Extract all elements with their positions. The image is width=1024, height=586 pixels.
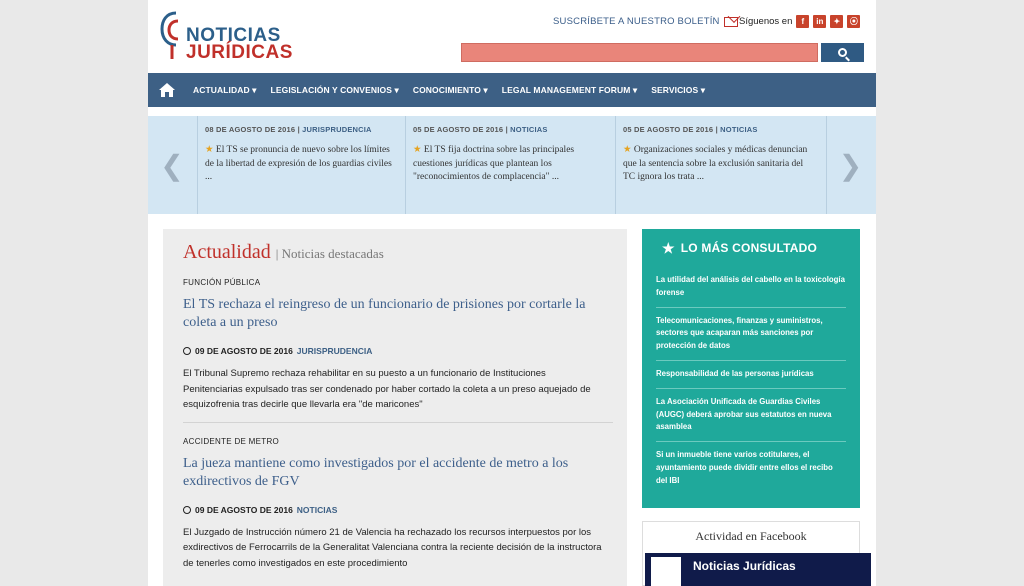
search-input[interactable] [461, 43, 818, 62]
ticker-text: El TS fija doctrina sobre las principale… [413, 145, 575, 182]
most-read-item[interactable]: La utilidad del análisis del cabello en … [656, 267, 846, 308]
article-category: ACCIDENTE DE METRO [183, 436, 280, 446]
ticker-item[interactable]: 05 DE AGOSTO DE 2016 | NOTICIAS ★ El TS … [405, 116, 613, 214]
article-category-link[interactable]: JURISPRUDENCIA [297, 346, 373, 356]
star-icon: ★ [662, 239, 675, 256]
ticker-next-button[interactable]: ❯ [826, 116, 874, 214]
logo-line2: JURÍDICAS [186, 42, 293, 63]
facebook-widget-title: Actividad en Facebook [695, 529, 807, 543]
rss-icon[interactable]: ⦿ [847, 15, 861, 28]
ticker-text-wrap: ★ El TS fija doctrina sobre las principa… [413, 144, 606, 185]
facebook-icon[interactable]: f [796, 15, 810, 28]
site-logo[interactable]: NOTICIAS JURÍDICAS [158, 9, 298, 63]
article-title-link[interactable]: El TS rechaza el reingreso de un funcion… [183, 296, 603, 332]
most-read-header: ★ LO MÁS CONSULTADO [656, 229, 846, 267]
section-title: Actualidad | Noticias destacadas [183, 241, 607, 264]
section-title-text: Actualidad [183, 241, 271, 263]
most-read-title: LO MÁS CONSULTADO [680, 241, 818, 255]
clock-icon [183, 347, 191, 355]
main-nav: ACTUALIDAD ▾ LEGISLACIÓN Y CONVENIOS ▾ C… [148, 73, 876, 107]
nav-item-servicios[interactable]: SERVICIOS ▾ [644, 85, 712, 96]
home-button[interactable] [148, 73, 186, 107]
chevron-left-icon: ❮ [160, 149, 184, 181]
page: NOTICIAS JURÍDICAS SUSCRÍBETE A NUESTRO … [148, 0, 876, 586]
facebook-page-logo [651, 557, 681, 586]
article-title-link[interactable]: La jueza mantiene como investigados por … [183, 455, 603, 491]
article-category-link[interactable]: NOTICIAS [297, 505, 338, 515]
main-news: Actualidad | Noticias destacadas FUNCIÓN… [163, 229, 627, 586]
facebook-widget: Actividad en Facebook Noticias Jurídicas [642, 521, 871, 586]
ticker-date: 05 DE AGOSTO DE 2016 [413, 125, 504, 134]
most-read-item[interactable]: Si un inmueble tiene varios cotitulares,… [656, 442, 846, 494]
ticker-prev-button[interactable]: ❮ [148, 116, 196, 214]
ticker-text: El TS se pronuncia de nuevo sobre los lí… [205, 145, 392, 182]
article-summary: El Tribunal Supremo rechaza rehabilitar … [183, 368, 591, 410]
article-summary: El Juzgado de Instrucción número 21 de V… [183, 526, 602, 569]
mail-icon [723, 16, 738, 27]
article-meta: 09 DE AGOSTO DE 2016 JURISPRUDENCIA [183, 346, 607, 356]
news-ticker: ❮ 08 DE AGOSTO DE 2016 | JURISPRUDENCIA … [148, 116, 876, 214]
home-icon [159, 83, 175, 97]
chevron-right-icon: ❯ [838, 149, 863, 181]
article-date: 09 DE AGOSTO DE 2016 [195, 504, 293, 515]
article-date: 09 DE AGOSTO DE 2016 [195, 346, 293, 356]
article-meta: 09 DE AGOSTO DE 2016 NOTICIAS [183, 505, 607, 515]
divider [183, 421, 613, 423]
section-subtitle: | Noticias destacadas [275, 246, 384, 261]
search-icon [838, 48, 847, 57]
most-read-panel: ★ LO MÁS CONSULTADO La utilidad del anál… [642, 229, 860, 508]
follow-label: Síguenos en [739, 16, 793, 27]
linkedin-icon[interactable]: in [813, 15, 827, 28]
ticker-category[interactable]: JURISPRUDENCIA [302, 125, 371, 134]
nav-item-actualidad[interactable]: ACTUALIDAD ▾ [186, 85, 264, 96]
ticker-item[interactable]: 05 DE AGOSTO DE 2016 | NOTICIAS ★ Organi… [615, 116, 823, 214]
nav-item-legislacion[interactable]: LEGISLACIÓN Y CONVENIOS ▾ [264, 85, 406, 96]
most-read-item[interactable]: Telecomunicaciones, finanzas y suministr… [656, 308, 846, 361]
most-read-item[interactable]: Responsabilidad de las personas jurídica… [656, 361, 846, 389]
ticker-text: Organizaciones sociales y médicas denunc… [623, 145, 808, 182]
nav-item-legal-management-forum[interactable]: LEGAL MANAGEMENT FORUM ▾ [495, 85, 644, 96]
ticker-meta: 08 DE AGOSTO DE 2016 | JURISPRUDENCIA [205, 125, 372, 134]
facebook-page-banner[interactable]: Noticias Jurídicas [645, 553, 871, 586]
newsletter-label: SUSCRÍBETE A NUESTRO BOLETÍN [553, 16, 720, 27]
newsletter-link[interactable]: SUSCRÍBETE A NUESTRO BOLETÍN [553, 16, 738, 27]
ticker-date: 08 DE AGOSTO DE 2016 [205, 125, 296, 134]
ticker-date: 05 DE AGOSTO DE 2016 [623, 125, 714, 134]
ticker-meta: 05 DE AGOSTO DE 2016 | NOTICIAS [413, 125, 548, 134]
star-icon: ★ [413, 145, 422, 155]
header: NOTICIAS JURÍDICAS SUSCRÍBETE A NUESTRO … [148, 0, 876, 73]
search-button[interactable] [821, 43, 864, 62]
ticker-meta: 05 DE AGOSTO DE 2016 | NOTICIAS [623, 125, 758, 134]
ticker-text-wrap: ★ Organizaciones sociales y médicas denu… [623, 144, 816, 185]
ticker-item[interactable]: 08 DE AGOSTO DE 2016 | JURISPRUDENCIA ★ … [197, 116, 405, 214]
facebook-page-name: Noticias Jurídicas [693, 559, 796, 573]
nav-item-conocimiento[interactable]: CONOCIMIENTO ▾ [406, 85, 495, 96]
twitter-icon[interactable]: ✦ [830, 15, 844, 28]
logo-icon [160, 11, 179, 59]
article-category: FUNCIÓN PÚBLICA [183, 278, 261, 287]
ticker-text-wrap: ★ El TS se pronuncia de nuevo sobre los … [205, 144, 398, 185]
star-icon: ★ [623, 145, 632, 155]
ticker-category[interactable]: NOTICIAS [720, 125, 757, 134]
clock-icon [183, 505, 191, 514]
ticker-category[interactable]: NOTICIAS [510, 125, 547, 134]
social-links: Síguenos en f in ✦ ⦿ [739, 15, 861, 28]
most-read-item[interactable]: La Asociación Unificada de Guardias Civi… [656, 389, 846, 443]
star-icon: ★ [205, 145, 214, 155]
